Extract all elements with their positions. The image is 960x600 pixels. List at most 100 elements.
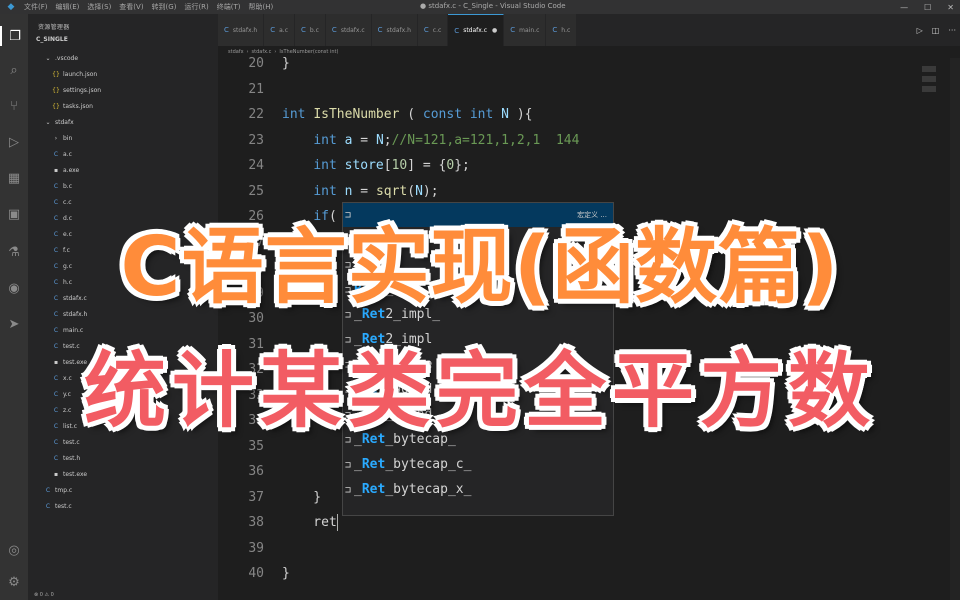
tree-item[interactable]: Cc.c — [28, 194, 218, 210]
editor-tab[interactable]: Cstdafx.c ● — [448, 14, 505, 46]
code-token: ( — [407, 183, 416, 199]
menu-item[interactable]: 转到(G) — [152, 2, 177, 12]
split-editor-icon[interactable]: ◫ — [932, 26, 940, 35]
tree-item-label: .vscode — [55, 54, 79, 62]
tree-item[interactable]: Cb.c — [28, 178, 218, 194]
extensions-icon[interactable]: ▦ — [4, 168, 24, 188]
code-text: int n = sqrt(N); — [282, 180, 438, 204]
editor-tabs: Cstdafx.h Ca.c Cb.c Cstdafx.c Cstdafx.h Cc.c C… — [218, 14, 960, 46]
menu-item[interactable]: 选择(S) — [87, 2, 111, 12]
suggestion-item[interactable]: ⊐ _Ret_bytecap_c_ — [343, 453, 613, 477]
tab-label: stdafx.h — [232, 26, 258, 34]
code-token: store — [344, 158, 384, 173]
code-line[interactable]: 24 int store[10] = {0}; — [218, 154, 918, 178]
minimize-icon[interactable]: — — [900, 3, 908, 12]
suggestion-item[interactable]: ⊐ _Ret_bytecap_x_ — [343, 478, 613, 502]
run-icon[interactable]: ▷ — [917, 26, 923, 35]
editor-tab[interactable]: Cstdafx.h — [371, 14, 418, 46]
line-number: 25 — [248, 183, 264, 199]
c-file-icon: C — [454, 26, 460, 35]
tree-item[interactable]: › bin — [28, 130, 218, 146]
explorer-icon[interactable]: ❐ — [0, 26, 28, 46]
chevron-down-icon: ⌄ — [45, 54, 51, 62]
editor-tab[interactable]: Ca.c — [264, 14, 296, 46]
chevron-right-icon: › — [54, 134, 58, 142]
editor-tab[interactable]: Cstdafx.h — [218, 14, 265, 46]
suggestion-prefix: _ — [354, 482, 362, 497]
status-bar[interactable]: ⊗ 0 ⚠ 0 — [28, 590, 218, 600]
code-line[interactable]: 20} — [218, 52, 918, 76]
code-line[interactable]: 25 int n = sqrt(N); — [218, 180, 918, 204]
code-line[interactable]: 21 — [218, 78, 918, 102]
code-token: ret — [282, 515, 337, 530]
run-debug-icon[interactable]: ▷ — [4, 132, 24, 152]
code-token: sqrt — [375, 183, 408, 199]
editor-tab[interactable]: Cmain.c — [504, 14, 547, 46]
editor-scrollbar[interactable] — [950, 58, 960, 600]
code-text: int IsTheNumber ( const int N ){ — [282, 103, 532, 127]
code-line[interactable]: 40} — [218, 562, 918, 586]
window-controls: — ☐ ✕ — [900, 0, 954, 14]
tree-item[interactable]: ⌄ .vscode — [28, 50, 218, 66]
tab-label: c.c — [432, 26, 442, 34]
tree-item-label: b.c — [63, 182, 73, 190]
c-file-icon: C — [53, 150, 59, 158]
close-icon[interactable]: ✕ — [947, 3, 954, 12]
workspace-root[interactable]: C_SINGLE — [28, 36, 218, 50]
tree-item[interactable]: {} tasks.json — [28, 98, 218, 114]
code-token: 10 — [391, 158, 408, 173]
menu-item[interactable]: 帮助(H) — [249, 2, 274, 12]
account-icon[interactable]: ◎ — [4, 540, 24, 560]
line-number: 24 — [248, 158, 264, 173]
code-token: ( — [399, 107, 423, 122]
tree-item[interactable]: Ctest.c — [28, 498, 218, 514]
code-line[interactable]: 39 — [218, 537, 918, 561]
menu-item[interactable]: 文件(F) — [24, 2, 48, 12]
tab-close-icon[interactable]: ● — [492, 27, 497, 34]
tree-item[interactable]: Ctest.h — [28, 450, 218, 466]
editor-tab[interactable]: Cstdafx.c — [325, 14, 372, 46]
menu-item[interactable]: 终端(T) — [217, 2, 241, 12]
menu-item[interactable]: 查看(V) — [119, 2, 143, 12]
tree-item[interactable]: {} settings.json — [28, 82, 218, 98]
code-token: int — [282, 107, 306, 122]
tree-item-label: c.c — [63, 198, 72, 206]
editor-tab[interactable]: Cb.c — [295, 14, 326, 46]
tab-label: main.c — [519, 26, 540, 34]
editor-tab[interactable]: Cc.c — [417, 14, 449, 46]
sidebar-title: 资源管理器 — [38, 24, 70, 31]
search-icon[interactable]: ⌕ — [4, 60, 24, 80]
tree-item[interactable]: Ctmp.c — [28, 482, 218, 498]
maximize-icon[interactable]: ☐ — [924, 3, 931, 12]
source-control-icon[interactable]: ⑂ — [4, 96, 24, 116]
code-token: const — [422, 107, 463, 122]
tab-label: stdafx.c — [463, 27, 488, 34]
code-line[interactable]: 23 int a = N;//N=121,a=121,1,2,1 144 — [218, 129, 918, 153]
tree-item[interactable]: ▪ a.exe — [28, 162, 218, 178]
tree-item[interactable]: ⌄ stdafx — [28, 114, 218, 130]
settings-gear-icon[interactable]: ⚙ — [4, 572, 24, 592]
c-file-icon: C — [423, 26, 429, 34]
tree-item[interactable]: ▪ test.exe — [28, 466, 218, 482]
line-number: 38 — [248, 515, 264, 530]
line-number: 36 — [248, 464, 264, 479]
editor-tab[interactable]: Ch.c — [546, 14, 578, 46]
code-line[interactable]: 22 int IsTheNumber ( const int N ){ — [218, 103, 918, 127]
menu-item[interactable]: 运行(R) — [184, 2, 208, 12]
code-text: ret — [282, 511, 338, 535]
menu-item[interactable]: 编辑(E) — [56, 2, 80, 12]
json-file-icon: {} — [52, 86, 60, 94]
tree-item[interactable]: {} launch.json — [28, 66, 218, 82]
c-file-icon: C — [301, 26, 306, 34]
tree-item[interactable]: Cmain.c — [28, 322, 218, 338]
code-token: N — [415, 183, 423, 199]
more-actions-icon[interactable]: ··· — [948, 26, 956, 35]
tree-item[interactable]: Ca.c — [28, 146, 218, 162]
code-token: int — [313, 183, 337, 199]
code-token: int — [469, 107, 494, 122]
c-file-icon: C — [53, 198, 59, 206]
line-number: 40 — [248, 566, 264, 581]
minimap[interactable] — [922, 66, 936, 102]
code-token: ; — [383, 132, 392, 148]
